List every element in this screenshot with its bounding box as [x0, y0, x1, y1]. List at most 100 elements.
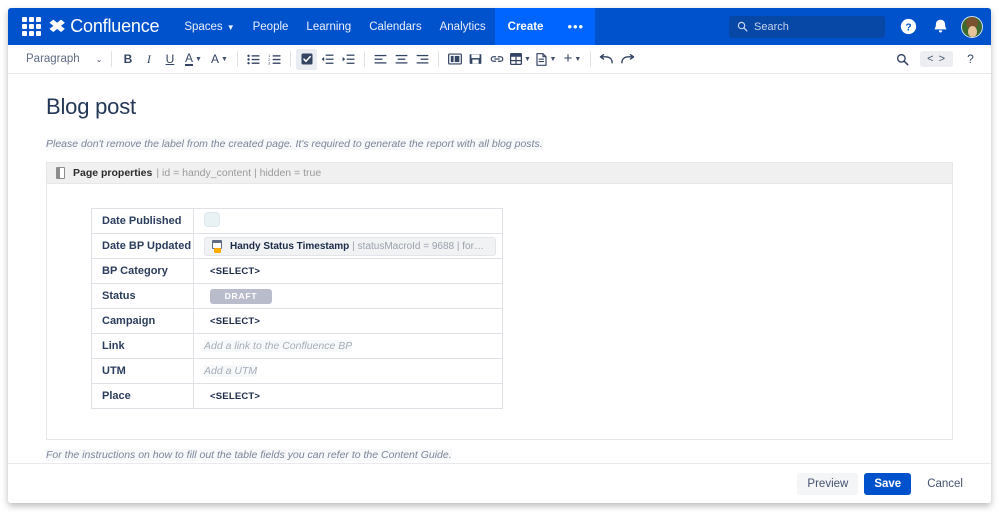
- underline-icon: U: [165, 52, 175, 66]
- row-key-bp-category: BP Category: [91, 258, 194, 284]
- redo-button[interactable]: [617, 49, 638, 70]
- table-row[interactable]: Link Add a link to the Confluence BP: [91, 333, 503, 359]
- chevron-down-icon: ▼: [523, 55, 531, 63]
- confluence-logo-link[interactable]: ✖ Confluence: [48, 16, 160, 37]
- row-value-bp-category[interactable]: <SELECT>: [193, 258, 503, 284]
- row-value-utm[interactable]: Add a UTM: [193, 358, 503, 384]
- row-key-date-bp-updated: Date BP Updated: [91, 233, 194, 259]
- page-layout-icon: [447, 53, 462, 65]
- table-row[interactable]: Campaign <SELECT>: [91, 308, 503, 334]
- user-avatar[interactable]: [961, 15, 983, 38]
- text-highlight-button[interactable]: A ▼: [206, 49, 232, 70]
- search-input[interactable]: Search: [729, 15, 885, 38]
- task-list-button[interactable]: [296, 48, 318, 70]
- save-button[interactable]: Save: [864, 472, 912, 495]
- top-navigation-bar: ✖ Confluence Spaces ▼ People Learning Ca…: [8, 8, 991, 45]
- insert-link-button[interactable]: [486, 49, 507, 70]
- status-badge[interactable]: DRAFT: [210, 288, 272, 304]
- nav-right-group: Search ?: [729, 8, 991, 45]
- image-icon: [470, 54, 482, 64]
- table-row[interactable]: UTM Add a UTM: [91, 358, 503, 384]
- table-row[interactable]: Status DRAFT: [91, 283, 503, 309]
- brand-name: Confluence: [70, 16, 160, 36]
- date-placeholder-chip[interactable]: [204, 212, 220, 227]
- row-value-campaign[interactable]: <SELECT>: [193, 308, 503, 334]
- calendar-abc-icon: [212, 239, 225, 253]
- nav-item-learning[interactable]: Learning: [297, 8, 360, 45]
- help-button[interactable]: ?: [897, 16, 919, 38]
- nav-item-spaces[interactable]: Spaces ▼: [175, 8, 243, 45]
- select-placeholder[interactable]: <SELECT>: [204, 316, 260, 327]
- nav-more-button[interactable]: •••: [556, 8, 596, 45]
- select-placeholder[interactable]: <SELECT>: [204, 391, 260, 402]
- row-value-status[interactable]: DRAFT: [193, 283, 503, 309]
- insert-table-button[interactable]: ▼: [507, 49, 533, 70]
- page-layout-button[interactable]: [444, 49, 465, 70]
- search-placeholder: Search: [754, 20, 789, 33]
- handy-status-timestamp-macro-chip[interactable]: Handy Status Timestamp | statusMacroId =…: [204, 236, 496, 256]
- create-button[interactable]: Create: [494, 8, 557, 45]
- align-center-button[interactable]: [391, 49, 412, 70]
- indent-button[interactable]: [338, 49, 359, 70]
- notifications-button[interactable]: [929, 16, 951, 38]
- italic-button[interactable]: I: [138, 49, 159, 70]
- row-value-date-published[interactable]: [193, 208, 503, 234]
- svg-text:3: 3: [269, 61, 271, 64]
- align-right-button[interactable]: [412, 49, 433, 70]
- undo-button[interactable]: [596, 49, 617, 70]
- toolbar-divider: [290, 51, 292, 67]
- bell-icon: [934, 19, 946, 33]
- editor-help-button[interactable]: ?: [960, 49, 981, 70]
- page-properties-table[interactable]: Date Published Date BP Updated Handy Sta…: [91, 208, 503, 409]
- row-value-date-bp-updated[interactable]: Handy Status Timestamp | statusMacroId =…: [193, 233, 503, 259]
- table-row[interactable]: Date BP Updated Handy Status Timestamp |…: [91, 233, 503, 259]
- table-row[interactable]: Place <SELECT>: [91, 383, 503, 409]
- bullet-list-button[interactable]: [243, 49, 264, 70]
- chevron-down-icon: ▼: [220, 55, 228, 63]
- editor-content-area[interactable]: Blog post Please don't remove the label …: [8, 74, 991, 503]
- insert-image-button[interactable]: [465, 49, 486, 70]
- app-switcher-button[interactable]: [18, 14, 44, 40]
- numbered-list-button[interactable]: 1 2 3: [264, 49, 285, 70]
- paragraph-style-dropdown[interactable]: Paragraph ⌄: [18, 48, 106, 70]
- find-replace-button[interactable]: [892, 49, 913, 70]
- macro-header[interactable]: Page properties | id = handy_content | h…: [47, 163, 952, 184]
- plus-icon: +: [563, 50, 573, 67]
- select-placeholder[interactable]: <SELECT>: [204, 266, 260, 277]
- row-key-status: Status: [91, 283, 194, 309]
- cancel-button[interactable]: Cancel: [917, 473, 973, 495]
- nav-item-calendars[interactable]: Calendars: [360, 8, 430, 45]
- bold-icon: B: [123, 52, 133, 66]
- row-key-place: Place: [91, 383, 194, 409]
- source-editor-button[interactable]: < >: [920, 51, 953, 67]
- highlight-icon: A: [210, 51, 219, 66]
- outdent-button[interactable]: [317, 49, 338, 70]
- link-placeholder: Add a link to the Confluence BP: [204, 340, 353, 352]
- table-row[interactable]: Date Published: [91, 208, 503, 234]
- top-instruction-note: Please don't remove the label from the c…: [46, 138, 543, 150]
- help-icon: ?: [900, 18, 916, 35]
- indent-icon: [343, 54, 355, 64]
- text-color-button[interactable]: A ▼: [180, 49, 206, 70]
- page-properties-macro[interactable]: Page properties | id = handy_content | h…: [46, 162, 953, 440]
- table-icon: [509, 53, 522, 65]
- row-value-place[interactable]: <SELECT>: [193, 383, 503, 409]
- align-left-button[interactable]: [370, 49, 391, 70]
- align-right-icon: [417, 54, 429, 64]
- link-icon: [490, 56, 504, 62]
- underline-button[interactable]: U: [159, 49, 180, 70]
- nav-item-people[interactable]: People: [244, 8, 298, 45]
- align-center-icon: [396, 54, 408, 64]
- nav-item-analytics-label: Analytics: [439, 20, 486, 33]
- table-row[interactable]: BP Category <SELECT>: [91, 258, 503, 284]
- toolbar-divider: [111, 51, 113, 67]
- page-title[interactable]: Blog post: [46, 94, 961, 120]
- preview-button[interactable]: Preview: [797, 472, 859, 495]
- confluence-logo-icon: ✖: [48, 17, 67, 36]
- row-value-link[interactable]: Add a link to the Confluence BP: [193, 333, 503, 359]
- bold-button[interactable]: B: [117, 49, 138, 70]
- nav-item-analytics[interactable]: Analytics: [431, 8, 495, 45]
- insert-more-button[interactable]: + ▼: [559, 49, 585, 70]
- insert-template-button[interactable]: ▼: [533, 49, 559, 70]
- toolbar-right-group: < > ?: [892, 49, 981, 70]
